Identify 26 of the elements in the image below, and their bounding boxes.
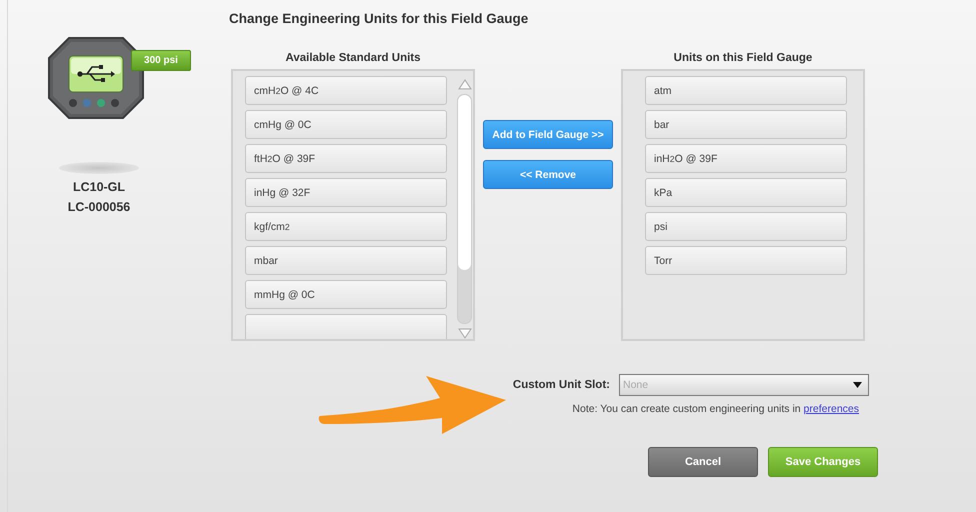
list-heading: Units on this Field Gauge [674, 52, 812, 66]
unit-item[interactable]: mbar [245, 246, 447, 275]
gauge-icon [47, 36, 146, 120]
note-text: Note: You can create custom engineering units in preferences [572, 403, 859, 415]
unit-item[interactable]: kPa [645, 178, 847, 207]
unit-item[interactable]: psi [645, 212, 847, 241]
scrollbar-thumb[interactable] [458, 94, 471, 270]
scroll-down-icon [458, 328, 472, 339]
unit-item[interactable] [245, 314, 447, 339]
preferences-link[interactable]: preferences [804, 403, 859, 415]
pressure-badge: 300 psi [131, 50, 191, 71]
cancel-button[interactable]: Cancel [648, 447, 758, 477]
unit-item[interactable]: mmHg @ 0C [245, 280, 447, 309]
unit-item[interactable]: bar [645, 110, 847, 139]
unit-item[interactable]: inHg @ 32F [245, 178, 447, 207]
scroll-up-icon [458, 79, 472, 90]
device-model: LC10-GL [72, 180, 126, 194]
unit-item[interactable]: Torr [645, 246, 847, 275]
device-serial: LC-000056 [68, 200, 130, 214]
unit-item[interactable]: cmHg @ 0C [245, 110, 447, 139]
caret-icon [853, 382, 862, 388]
field-label: Custom Unit Slot: [512, 379, 610, 391]
scrollbar-track[interactable] [457, 94, 472, 324]
unit-item[interactable]: atm [645, 76, 847, 105]
list-heading: Available Standard Units [285, 52, 421, 66]
dialog-title: Change Engineering Units for this Field Gauge [229, 10, 530, 26]
